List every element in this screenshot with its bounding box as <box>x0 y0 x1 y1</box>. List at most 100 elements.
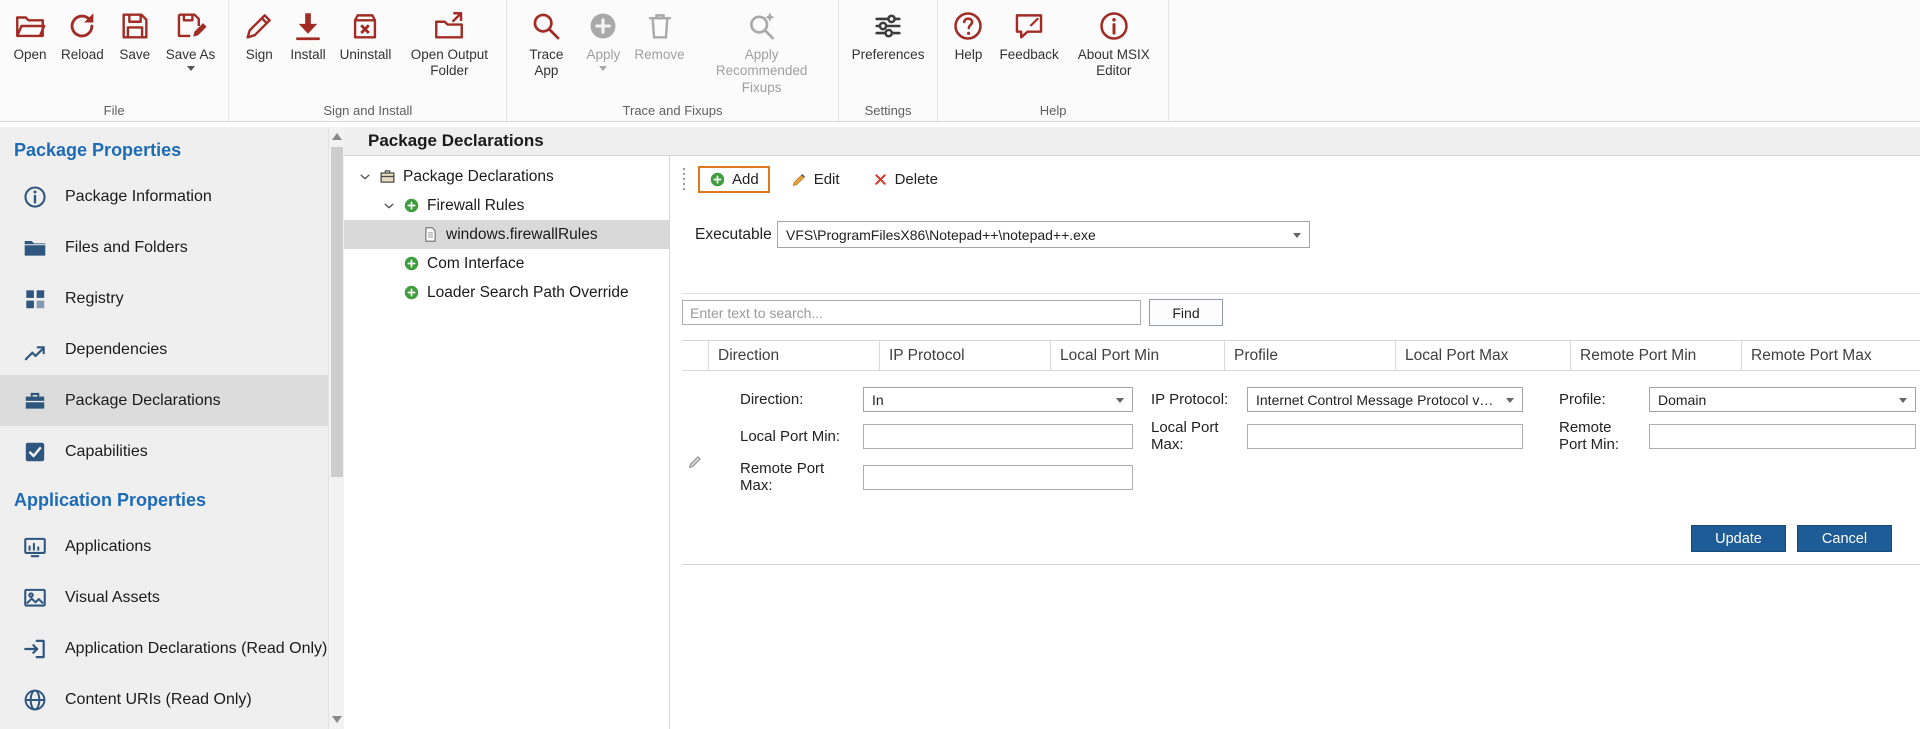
remote-port-min-input[interactable] <box>1649 424 1916 449</box>
sidebar-item-visual-assets[interactable]: Visual Assets <box>0 572 328 623</box>
save-button-label: Save <box>119 47 150 63</box>
tree-node-com-interface[interactable]: Com Interface <box>344 249 669 278</box>
sidebar-item-registry[interactable]: Registry <box>0 273 328 324</box>
local-port-min-input[interactable] <box>863 424 1133 449</box>
scrollbar-thumb[interactable] <box>331 147 343 477</box>
grid-header: Direction IP Protocol Local Port Min Pro… <box>682 340 1920 371</box>
ribbon-group-sign-install-label: Sign and Install <box>229 103 506 118</box>
magnifier-icon <box>529 9 563 43</box>
circle-plus-icon <box>586 9 620 43</box>
chevron-down-icon[interactable] <box>358 170 372 184</box>
about-msix-editor-button[interactable]: About MSIX Editor <box>1066 0 1162 82</box>
sidebar-item-capabilities[interactable]: Capabilities <box>0 426 328 477</box>
grid-header-remote-port-max[interactable]: Remote Port Max <box>1741 341 1920 370</box>
add-button-label: Add <box>732 171 759 188</box>
apply-button[interactable]: Apply <box>579 0 627 73</box>
ribbon: Open Reload Save Save As File Sign <box>0 0 1920 122</box>
save-as-dropdown-caret <box>187 66 195 71</box>
chevron-down-icon <box>1506 398 1514 403</box>
sidebar-scrollbar[interactable] <box>328 127 344 729</box>
sidebar-item-package-information[interactable]: Package Information <box>0 171 328 222</box>
scrollbar-up-arrow[interactable] <box>332 133 342 140</box>
save-as-button[interactable]: Save As <box>159 0 223 73</box>
remote-port-min-label: Remote Port Min: <box>1523 419 1649 453</box>
grid-header-ip-protocol[interactable]: IP Protocol <box>879 341 1050 370</box>
trace-app-button[interactable]: Trace App <box>513 0 579 82</box>
add-button[interactable]: Add <box>698 166 770 193</box>
tree-node-label: Com Interface <box>427 255 524 273</box>
profile-dropdown[interactable]: Domain <box>1649 387 1916 412</box>
direction-dropdown[interactable]: In <box>863 387 1133 412</box>
open-output-folder-button-label: Open Output Folder <box>405 47 493 80</box>
preferences-button[interactable]: Preferences <box>845 0 932 65</box>
save-button[interactable]: Save <box>111 0 159 65</box>
update-button[interactable]: Update <box>1691 525 1786 552</box>
open-output-folder-button[interactable]: Open Output Folder <box>398 0 500 82</box>
tree-node-loader-search-path-override[interactable]: Loader Search Path Override <box>344 278 669 307</box>
uninstall-button[interactable]: Uninstall <box>333 0 399 65</box>
briefcase-icon <box>22 388 48 414</box>
sidebar-item-label: Capabilities <box>65 443 148 461</box>
preferences-button-label: Preferences <box>852 47 925 63</box>
sidebar-item-applications[interactable]: Applications <box>0 521 328 572</box>
remote-port-max-input[interactable] <box>863 465 1133 490</box>
tree-node-package-declarations[interactable]: Package Declarations <box>344 162 669 191</box>
firewall-rules-panel: Add Edit Delete Executable VFS\ProgramFi… <box>670 156 1920 729</box>
chevron-down-icon[interactable] <box>382 199 396 213</box>
local-port-min-label: Local Port Min: <box>740 428 863 445</box>
local-port-max-input[interactable] <box>1247 424 1523 449</box>
uninstall-button-label: Uninstall <box>340 47 392 63</box>
ip-protocol-label: IP Protocol: <box>1133 391 1247 408</box>
profile-dropdown-value: Domain <box>1658 392 1706 408</box>
apply-recommended-fixups-button[interactable]: Apply Recommended Fixups <box>692 0 832 98</box>
grid-header-local-port-max[interactable]: Local Port Max <box>1395 341 1570 370</box>
sidebar-item-application-declarations[interactable]: Application Declarations (Read Only) <box>0 623 328 674</box>
ip-protocol-dropdown[interactable]: Internet Control Message Protocol v4 (I.… <box>1247 387 1523 412</box>
feedback-button-label: Feedback <box>999 47 1058 63</box>
ip-protocol-dropdown-value: Internet Control Message Protocol v4 (I.… <box>1256 392 1498 408</box>
delete-button-label: Delete <box>895 171 938 188</box>
grid-header-profile[interactable]: Profile <box>1224 341 1395 370</box>
executable-dropdown[interactable]: VFS\ProgramFilesX86\Notepad++\notepad++.… <box>777 221 1310 248</box>
sidebar-item-label: Registry <box>65 290 124 308</box>
search-input[interactable] <box>682 300 1141 325</box>
sidebar-item-files-and-folders[interactable]: Files and Folders <box>0 222 328 273</box>
grid-header-local-port-min[interactable]: Local Port Min <box>1050 341 1224 370</box>
scrollbar-down-arrow[interactable] <box>332 716 342 723</box>
edit-button[interactable]: Edit <box>780 166 851 193</box>
find-button[interactable]: Find <box>1149 299 1223 326</box>
apply-recommended-fixups-button-label: Apply Recommended Fixups <box>699 47 825 96</box>
tree-node-firewall-rules[interactable]: Firewall Rules <box>344 191 669 220</box>
reload-button[interactable]: Reload <box>54 0 111 65</box>
cancel-button[interactable]: Cancel <box>1797 525 1892 552</box>
sidebar-item-dependencies[interactable]: Dependencies <box>0 324 328 375</box>
green-plus-icon <box>709 171 726 188</box>
help-button-label: Help <box>955 47 983 63</box>
sign-button[interactable]: Sign <box>235 0 283 65</box>
page-title: Package Declarations <box>344 127 1920 156</box>
grid-header-remote-port-min[interactable]: Remote Port Min <box>1570 341 1741 370</box>
open-button[interactable]: Open <box>6 0 54 65</box>
apply-button-label: Apply <box>586 47 620 63</box>
help-button[interactable]: Help <box>944 0 992 65</box>
tree-node-windows-firewallrules[interactable]: windows.firewallRules <box>344 220 669 249</box>
green-plus-icon <box>403 255 420 272</box>
save-icon <box>118 9 152 43</box>
folder-icon <box>22 235 48 261</box>
open-button-label: Open <box>13 47 46 63</box>
reload-icon <box>65 9 99 43</box>
remove-button[interactable]: Remove <box>627 0 691 65</box>
sidebar-item-content-uris[interactable]: Content URIs (Read Only) <box>0 674 328 725</box>
sidebar-item-label: Application Declarations (Read Only) <box>65 640 327 658</box>
grid-header-direction[interactable]: Direction <box>708 341 879 370</box>
delete-button[interactable]: Delete <box>861 166 949 193</box>
install-button[interactable]: Install <box>283 0 332 65</box>
declarations-tree: Package Declarations Firewall Rules wind… <box>344 156 670 729</box>
checkbox-icon <box>22 439 48 465</box>
toolbar-grip[interactable] <box>682 168 686 190</box>
feedback-button[interactable]: Feedback <box>992 0 1065 65</box>
install-arrow-icon <box>291 9 325 43</box>
ribbon-group-file: Open Reload Save Save As File <box>0 0 229 121</box>
trace-app-button-label: Trace App <box>520 47 572 80</box>
sidebar-item-package-declarations[interactable]: Package Declarations <box>0 375 328 426</box>
